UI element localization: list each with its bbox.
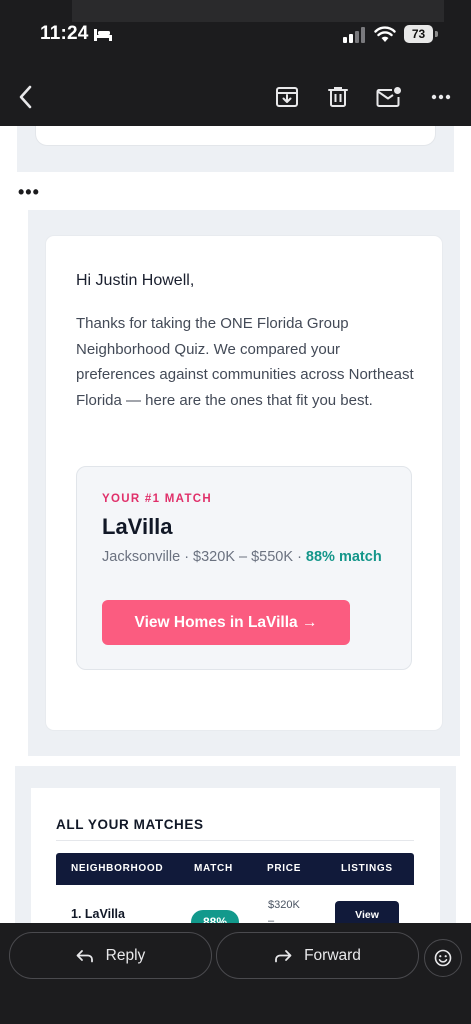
row-price: $320K –: [268, 899, 300, 923]
forward-button[interactable]: Forward: [216, 932, 419, 979]
column-header-neighborhood: NEIGHBORHOOD: [71, 863, 164, 874]
archive-icon: [276, 87, 298, 107]
all-matches-card: ALL YOUR MATCHES NEIGHBORHOOD MATCH PRIC…: [31, 788, 440, 923]
bed-icon: [94, 29, 112, 41]
mark-unread-button[interactable]: [376, 84, 402, 110]
more-options-button[interactable]: [428, 84, 454, 110]
emoji-icon: [434, 949, 452, 967]
delete-button[interactable]: [325, 84, 351, 110]
reply-button[interactable]: Reply: [9, 932, 212, 979]
battery-icon: 73: [404, 25, 438, 43]
row-neighborhood-name: 1. LaVilla: [71, 907, 125, 921]
match-percent-badge: 88%: [191, 910, 239, 923]
top-match-location-price: Jacksonville · $320K – $550K ·: [102, 549, 306, 565]
top-match-card: YOUR #1 MATCH LaVilla Jacksonville · $32…: [76, 466, 412, 670]
bottom-action-bar: Reply Forward: [0, 923, 471, 1024]
top-bar: 11:24 73: [0, 0, 471, 126]
view-listings-button[interactable]: View: [335, 901, 399, 923]
back-button[interactable]: [12, 84, 38, 110]
email-content-section: Hi Justin Howell, Thanks for taking the …: [28, 210, 460, 756]
email-body[interactable]: ••• Hi Justin Howell, Thanks for taking …: [0, 126, 471, 923]
matches-table-header: NEIGHBORHOOD MATCH PRICE LISTINGS: [56, 853, 414, 885]
reply-icon: [76, 949, 93, 962]
back-chevron-icon: [19, 85, 32, 109]
top-match-name: LaVilla: [102, 514, 173, 539]
status-bar-background: [72, 0, 444, 22]
column-header-price: PRICE: [267, 863, 302, 874]
greeting: Hi Justin Howell,: [76, 272, 195, 289]
all-matches-section: ALL YOUR MATCHES NEIGHBORHOOD MATCH PRIC…: [15, 766, 456, 923]
battery-level: 73: [404, 25, 433, 43]
intro-paragraph: Thanks for taking the ONE Florida Group …: [76, 315, 414, 410]
email-main-card: Hi Justin Howell, Thanks for taking the …: [46, 236, 442, 730]
emoji-reaction-button[interactable]: [424, 939, 462, 977]
mail-unread-icon: [376, 87, 401, 107]
wifi-icon: [374, 26, 396, 42]
trash-icon: [328, 87, 348, 107]
top-match-eyebrow: YOUR #1 MATCH: [102, 493, 212, 505]
table-row: 1. LaVilla 88% $320K – View: [56, 885, 414, 923]
status-time: 11:24: [40, 23, 89, 44]
top-match-meta: Jacksonville · $320K – $550K · 88% match: [102, 547, 392, 567]
more-icon: [431, 94, 451, 100]
divider: [56, 840, 414, 841]
all-matches-title: ALL YOUR MATCHES: [56, 817, 204, 832]
reply-label: Reply: [105, 946, 146, 964]
top-match-percent: 88% match: [305, 549, 382, 565]
column-header-listings: LISTINGS: [341, 863, 393, 874]
view-homes-button[interactable]: View Homes in LaVilla →: [102, 600, 350, 645]
previous-message-card: [35, 126, 436, 146]
show-trimmed-content-button[interactable]: •••: [18, 182, 40, 203]
forward-icon: [275, 949, 292, 962]
column-header-match: MATCH: [194, 863, 233, 874]
archive-button[interactable]: [274, 84, 300, 110]
forward-label: Forward: [304, 946, 361, 964]
signal-icon: [343, 27, 365, 43]
previous-message-section: [17, 126, 454, 172]
